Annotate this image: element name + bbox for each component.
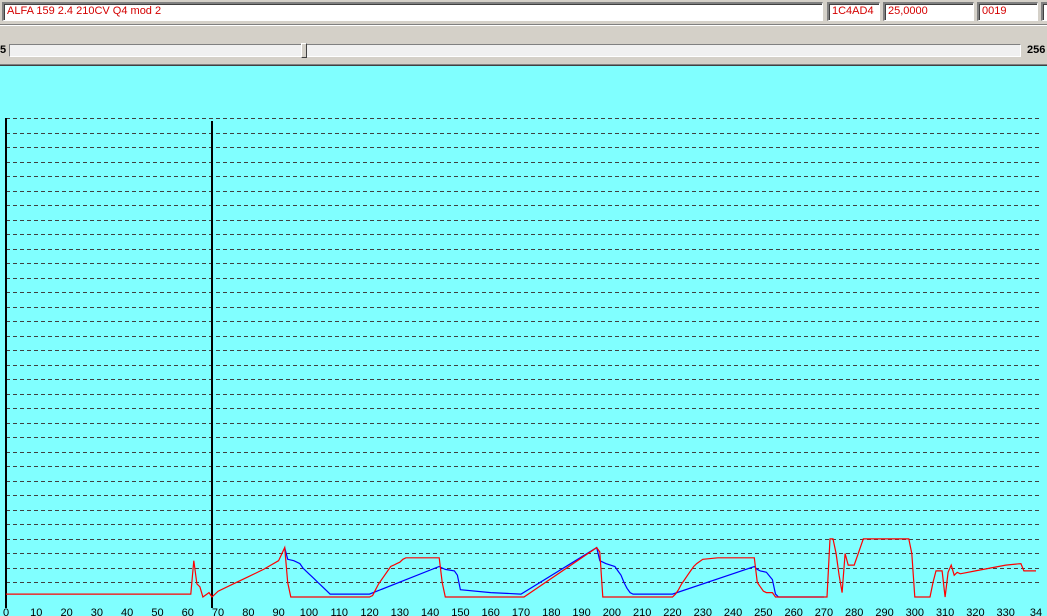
x-tick-label: 250 <box>754 607 772 616</box>
x-tick-label: 140 <box>421 607 439 616</box>
x-tick-label: 290 <box>875 607 893 616</box>
x-tick-label: 50 <box>151 607 163 616</box>
x-tick-label: 100 <box>300 607 318 616</box>
series-line-1 <box>284 546 824 598</box>
x-tick-label: 10 <box>30 607 42 616</box>
x-tick-label: 330 <box>997 607 1015 616</box>
ecu-code-field[interactable]: 1C4AD4 <box>827 2 880 21</box>
x-tick-label: 220 <box>663 607 681 616</box>
x-tick-label: 300 <box>906 607 924 616</box>
x-tick-label: 80 <box>242 607 254 616</box>
x-tick-label: 170 <box>512 607 530 616</box>
x-tick-label: 180 <box>542 607 560 616</box>
plot-area[interactable]: 0 10 20 30 40 50 60 70 80 90 100 110 120 130 140 150 160… <box>0 66 1047 616</box>
x-tick-label: 190 <box>572 607 590 616</box>
x-tick-label: 90 <box>273 607 285 616</box>
position-scrollbar[interactable] <box>9 43 1021 58</box>
x-tick-label: 230 <box>694 607 712 616</box>
x-tick-label: 70 <box>212 607 224 616</box>
scroll-max-label: 256 <box>1027 44 1046 56</box>
chart[interactable]: 0 10 20 30 40 50 60 70 80 90 100 110 120 130 140 150 160… <box>0 66 1047 616</box>
x-tick-label: 200 <box>603 607 621 616</box>
x-tick-label: 40 <box>121 607 133 616</box>
x-tick-label: 270 <box>815 607 833 616</box>
x-tick-label: 110 <box>330 607 348 616</box>
toolbar-separator-highlight <box>0 25 1047 26</box>
x-tick-label: 310 <box>936 607 954 616</box>
extra-field[interactable] <box>1041 2 1047 21</box>
vehicle-name-field[interactable]: ALFA 159 2.4 210CV Q4 mod 2 <box>2 2 823 21</box>
x-tick-label: 320 <box>966 607 984 616</box>
scrollbar-thumb[interactable] <box>301 43 307 58</box>
x-tick-label: 60 <box>182 607 194 616</box>
x-tick-label: 260 <box>784 607 802 616</box>
x-tick-label: 30 <box>91 607 103 616</box>
x-tick-label: 210 <box>633 607 651 616</box>
x-tick-label: 160 <box>482 607 500 616</box>
x-tick-label: 150 <box>451 607 469 616</box>
x-tick-label: 240 <box>724 607 742 616</box>
x-tick-label: 34 <box>1030 607 1042 616</box>
x-tick-label: 280 <box>845 607 863 616</box>
x-tick-label: 20 <box>60 607 72 616</box>
record-index-field[interactable]: 0019 <box>977 2 1038 21</box>
scroll-min-label: 5 <box>0 44 7 56</box>
series-line-2 <box>6 538 1036 598</box>
x-tick-label: 0 <box>3 607 9 616</box>
x-tick-label: 120 <box>360 607 378 616</box>
sample-rate-field[interactable]: 25,0000 <box>883 2 974 21</box>
x-tick-label: 130 <box>391 607 409 616</box>
